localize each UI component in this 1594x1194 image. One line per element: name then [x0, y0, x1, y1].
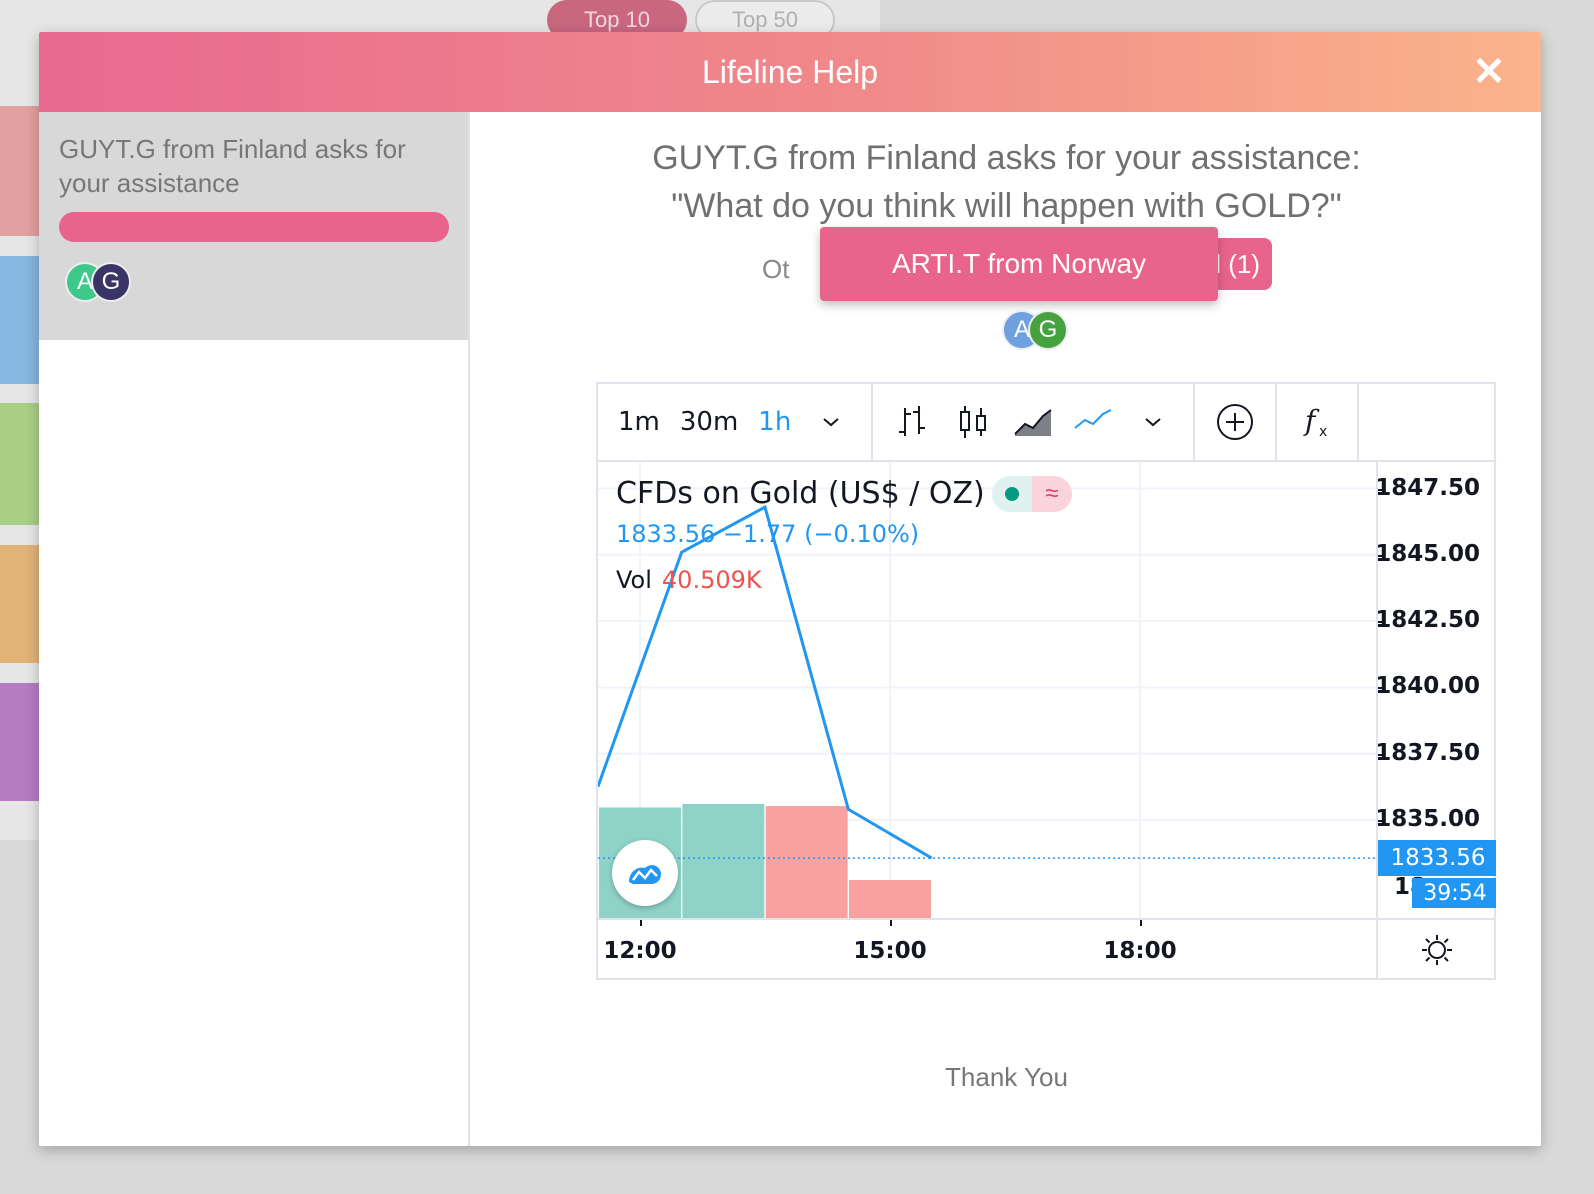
price-tick-label: 1835.00 — [1376, 805, 1480, 832]
price-line — [598, 504, 933, 860]
price-tick-mark — [1378, 554, 1384, 557]
chart-toolbar: 1m 30m 1h f x — [598, 384, 1494, 462]
svg-text:x: x — [1319, 424, 1327, 440]
modal-header: Lifeline Help ✕ — [39, 32, 1541, 112]
time-tick-label: 18:00 — [1103, 938, 1177, 964]
price-tick-mark — [1378, 488, 1384, 491]
background-color-strip — [0, 545, 40, 663]
time-axis[interactable]: 12:00 15:00 18:00 — [598, 918, 1376, 980]
line-chart-icon[interactable] — [1071, 400, 1115, 444]
interval-1m[interactable]: 1m — [608, 407, 670, 437]
voter-avatars: A G — [1002, 310, 1082, 356]
chevron-down-icon[interactable] — [1131, 400, 1175, 444]
volume-bar — [765, 806, 848, 918]
background-color-strip — [0, 106, 40, 236]
volume-label: Vol — [616, 566, 652, 594]
price-tick-label: 1842.50 — [1376, 607, 1480, 634]
price-change: −1.77 — [722, 520, 797, 548]
fx-group: fx — [1277, 384, 1360, 460]
svg-text:f: f — [1303, 404, 1320, 437]
request-card[interactable]: GUYT.G from Finland asks for your assist… — [39, 112, 468, 340]
chart-title: CFDs on Gold (US$ / OZ) — [616, 476, 985, 511]
candles-icon[interactable] — [951, 400, 995, 444]
last-price-tag: 1833.56 — [1378, 840, 1496, 877]
status-badge: ≈ — [992, 476, 1072, 512]
indicator-group — [1195, 384, 1278, 460]
question-line-1: GUYT.G from Finland asks for your assist… — [652, 139, 1361, 177]
legend-volume: Vol 40.509K — [616, 566, 762, 594]
thank-you-button[interactable]: Thank You — [472, 1062, 1541, 1093]
time-tick-mark — [640, 920, 642, 926]
volume-value: 40.509K — [661, 566, 762, 594]
price-tick-mark — [1378, 687, 1384, 690]
time-tick-label: 15:00 — [853, 938, 927, 964]
close-icon[interactable]: ✕ — [1469, 52, 1509, 92]
request-progress-bar — [59, 212, 449, 242]
interval-1h[interactable]: 1h — [748, 407, 801, 437]
settings-gear-icon[interactable] — [1376, 918, 1496, 980]
chart-type-group — [873, 384, 1196, 460]
legend-price: 1833.56 −1.77 (−0.10%) — [616, 520, 919, 548]
time-tick-label: 12:00 — [603, 938, 677, 964]
request-list: GUYT.G from Finland asks for your assist… — [39, 112, 470, 1146]
request-detail: GUYT.G from Finland asks for your assist… — [472, 112, 1541, 1146]
time-tick-mark — [890, 920, 892, 926]
chart-plot-area[interactable]: CFDs on Gold (US$ / OZ) ≈ 1833.56 −1.77 … — [598, 462, 1376, 918]
volume-bar — [682, 804, 765, 918]
price-tick-label: 1847.50 — [1376, 474, 1480, 501]
others-text: Ot — [762, 254, 790, 284]
last-price: 1833.56 — [616, 520, 716, 548]
background-color-strip — [0, 683, 40, 801]
price-tick-mark — [1378, 753, 1384, 756]
chevron-down-icon[interactable] — [809, 400, 853, 444]
price-tick-mark — [1378, 819, 1384, 822]
price-tick-label: 1837.50 — [1376, 739, 1480, 766]
add-indicator-icon[interactable] — [1213, 400, 1257, 444]
interval-group: 1m 30m 1h — [598, 384, 874, 460]
chart-widget: 1m 30m 1h f x CFDs on Gold (US$ / OZ) ≈ … — [596, 382, 1496, 980]
user-tooltip: ARTI.T from Norway — [820, 227, 1218, 301]
fx-icon[interactable]: fx — [1295, 400, 1339, 444]
question-line-2: "What do you think will happen with GOLD… — [671, 187, 1342, 225]
delayed-data-icon: ≈ — [1032, 476, 1072, 512]
price-tick-mark — [1378, 621, 1384, 624]
price-change-pct: (−0.10%) — [804, 520, 920, 548]
volume-bar — [849, 880, 931, 918]
bars-icon[interactable] — [891, 400, 935, 444]
lifeline-help-modal: Lifeline Help ✕ GUYT.G from Finland asks… — [39, 32, 1541, 1146]
request-avatars: A G — [59, 262, 448, 306]
price-tick-label: 1840.00 — [1376, 673, 1480, 700]
area-chart-icon[interactable] — [1011, 400, 1055, 444]
background-color-strip — [0, 403, 40, 525]
background-color-strip — [0, 256, 40, 384]
countdown-tag: 39:54 — [1412, 878, 1496, 909]
modal-title: Lifeline Help — [701, 53, 879, 90]
last-price-value: 1833.56 — [1390, 845, 1486, 872]
price-tick-label: 1845.00 — [1376, 540, 1480, 567]
time-tick-mark — [1140, 920, 1142, 926]
avatar: G — [1028, 310, 1068, 350]
price-axis[interactable]: 1847.50 1845.00 1842.50 1840.00 1837.50 1835.… — [1376, 462, 1496, 918]
tradingview-logo-icon[interactable] — [612, 840, 678, 906]
avatar: G — [91, 262, 131, 302]
question-text: GUYT.G from Finland asks for your assist… — [472, 134, 1541, 230]
request-text: GUYT.G from Finland asks for your assist… — [59, 134, 406, 198]
interval-30m[interactable]: 30m — [670, 407, 748, 437]
market-open-icon — [992, 476, 1032, 512]
